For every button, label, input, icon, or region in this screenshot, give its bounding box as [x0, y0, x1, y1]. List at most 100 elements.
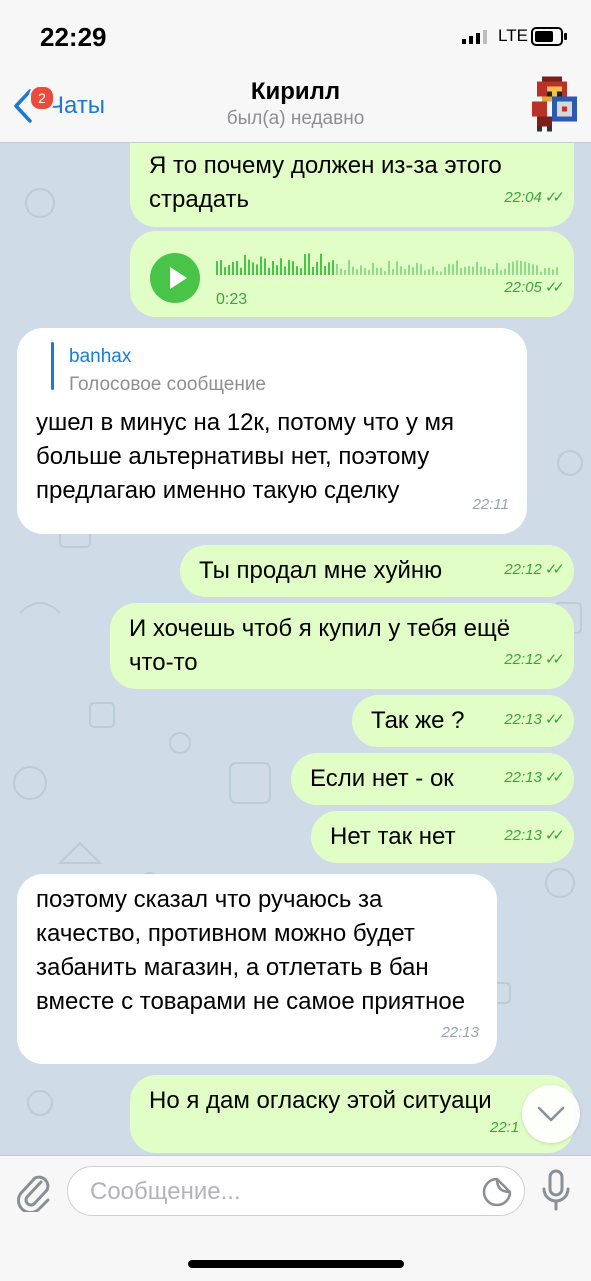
waveform-bar — [496, 263, 498, 275]
waveform-bar — [216, 261, 218, 275]
message-time: 22:04 ✓✓ — [504, 181, 565, 215]
waveform-bar — [436, 270, 438, 275]
message-time-label: 22:1 — [490, 1119, 520, 1136]
message-time: 22:05 ✓✓ — [504, 271, 565, 305]
waveform-bar — [476, 261, 478, 275]
waveform-bar — [376, 267, 378, 275]
double-check-icon: ✓✓ — [544, 651, 565, 668]
double-check-icon: ✓✓ — [544, 561, 565, 578]
signal-icon — [462, 30, 487, 44]
avatar[interactable] — [527, 76, 577, 132]
waveform-bar — [232, 261, 234, 275]
waveform-bar — [336, 263, 338, 275]
waveform-bar — [256, 264, 258, 275]
waveform-bar — [380, 267, 382, 275]
message-time-label: 22:11 — [472, 496, 509, 513]
waveform-bar — [424, 270, 426, 275]
network-label: LTE — [498, 26, 528, 45]
double-check-icon: ✓✓ — [544, 827, 565, 844]
chat-header: Чаты 2 Кирилл был(а) недавно — [0, 70, 591, 143]
waveform-bar — [352, 266, 354, 275]
message-bubble-incoming[interactable]: поэтому сказал что ручаюсь за качество, … — [17, 874, 497, 1064]
message-text: Нет так нет — [330, 823, 456, 850]
waveform-bar — [400, 266, 402, 275]
waveform-bar — [416, 262, 418, 275]
waveform-bar — [272, 261, 274, 275]
message-list[interactable]: Я то почему должен из-за этого страдать … — [0, 143, 591, 1155]
scroll-down-button[interactable] — [522, 1085, 580, 1143]
message-text: ушел в минус на 12к, потому что у мя бол… — [36, 409, 454, 504]
waveform-bar — [344, 269, 346, 275]
message-bubble-outgoing[interactable]: Если нет - ок 22:13 ✓✓ — [291, 753, 574, 805]
message-bubble-outgoing[interactable]: Ты продал мне хуйню 22:12 ✓✓ — [180, 545, 574, 597]
waveform-bar — [488, 268, 490, 275]
contact-status: был(а) недавно — [226, 108, 365, 129]
message-text: Я то почему должен из-за этого страдать — [149, 152, 502, 213]
waveform-bar — [396, 261, 398, 275]
waveform-bar — [492, 269, 494, 275]
waveform-bar — [456, 260, 458, 275]
waveform-bar — [392, 269, 394, 275]
waveform-bar — [340, 268, 342, 275]
battery-icon — [531, 27, 567, 46]
status-time: 22:29 — [40, 22, 107, 52]
message-text: Если нет - ок — [310, 765, 454, 792]
reply-bar — [51, 342, 54, 390]
voice-message-bubble[interactable]: 0:23 22:05 ✓✓ — [130, 231, 574, 317]
waveform-bar — [372, 262, 374, 275]
waveform-bar — [324, 265, 326, 275]
waveform-bar — [312, 267, 314, 275]
home-indicator[interactable] — [188, 1260, 404, 1268]
waveform-bar — [480, 266, 482, 275]
waveform-bar — [248, 259, 250, 275]
contact-name[interactable]: Кирилл — [0, 78, 591, 106]
message-bubble-incoming[interactable]: banhax Голосовое сообщение ушел в минус … — [17, 328, 527, 534]
waveform-bar — [236, 260, 238, 275]
double-check-icon: ✓✓ — [544, 189, 565, 206]
reply-preview[interactable]: Голосовое сообщение — [69, 368, 266, 402]
waveform-bar — [316, 261, 318, 275]
paperclip-icon[interactable] — [14, 1170, 54, 1212]
sticker-icon[interactable] — [481, 1176, 513, 1208]
message-text: И хочешь чтоб я купил у тебя ещё что-то — [129, 615, 511, 676]
waveform-bar — [332, 260, 334, 275]
waveform-bar — [280, 258, 282, 275]
waveform-bar — [300, 268, 302, 275]
chevron-down-icon — [537, 1106, 565, 1122]
waveform-bar — [348, 260, 350, 275]
message-bubble-outgoing[interactable]: Но я дам огласку этой ситуаци 22:1 — [130, 1075, 574, 1153]
waveform-bar — [432, 266, 434, 275]
microphone-icon[interactable] — [540, 1169, 572, 1213]
message-bubble-outgoing[interactable]: Нет так нет 22:13 ✓✓ — [311, 811, 574, 863]
message-time: 22:13 ✓✓ — [504, 819, 565, 853]
waveform-bar — [452, 264, 454, 275]
message-bubble-outgoing[interactable]: Так же ? 22:13 ✓✓ — [352, 695, 574, 747]
waveform-bar — [320, 253, 322, 275]
message-time-label: 22:13 — [504, 711, 542, 728]
waveform-bar — [220, 260, 222, 275]
waveform-bar — [252, 262, 254, 275]
message-bubble-outgoing[interactable]: Я то почему должен из-за этого страдать … — [130, 143, 574, 227]
message-time-label: 22:13 — [441, 1024, 479, 1041]
waveform-bar — [384, 271, 386, 275]
waveform-bar — [284, 266, 286, 275]
waveform-bar — [360, 265, 362, 275]
message-time: 22:12 ✓✓ — [504, 643, 565, 677]
waveform-bar — [368, 270, 370, 275]
message-time: 22:13 ✓✓ — [504, 703, 565, 737]
waveform-bar — [288, 260, 290, 275]
waveform-bar — [408, 264, 410, 275]
status-bar: 22:29 LTE — [0, 0, 591, 70]
waveform-bar — [420, 264, 422, 275]
waveform-bar — [464, 266, 466, 275]
message-input-container[interactable] — [67, 1166, 525, 1216]
message-bubble-outgoing[interactable]: И хочешь чтоб я купил у тебя ещё что-то … — [110, 603, 574, 689]
waveform-bar — [296, 266, 298, 275]
waveform-bar — [328, 262, 330, 275]
waveform-bar — [244, 254, 246, 275]
waveform-bar — [500, 270, 502, 275]
play-button[interactable] — [150, 253, 200, 303]
waveform-bar — [388, 260, 390, 275]
message-input[interactable] — [88, 1175, 472, 1209]
waveform-bar — [428, 269, 430, 275]
